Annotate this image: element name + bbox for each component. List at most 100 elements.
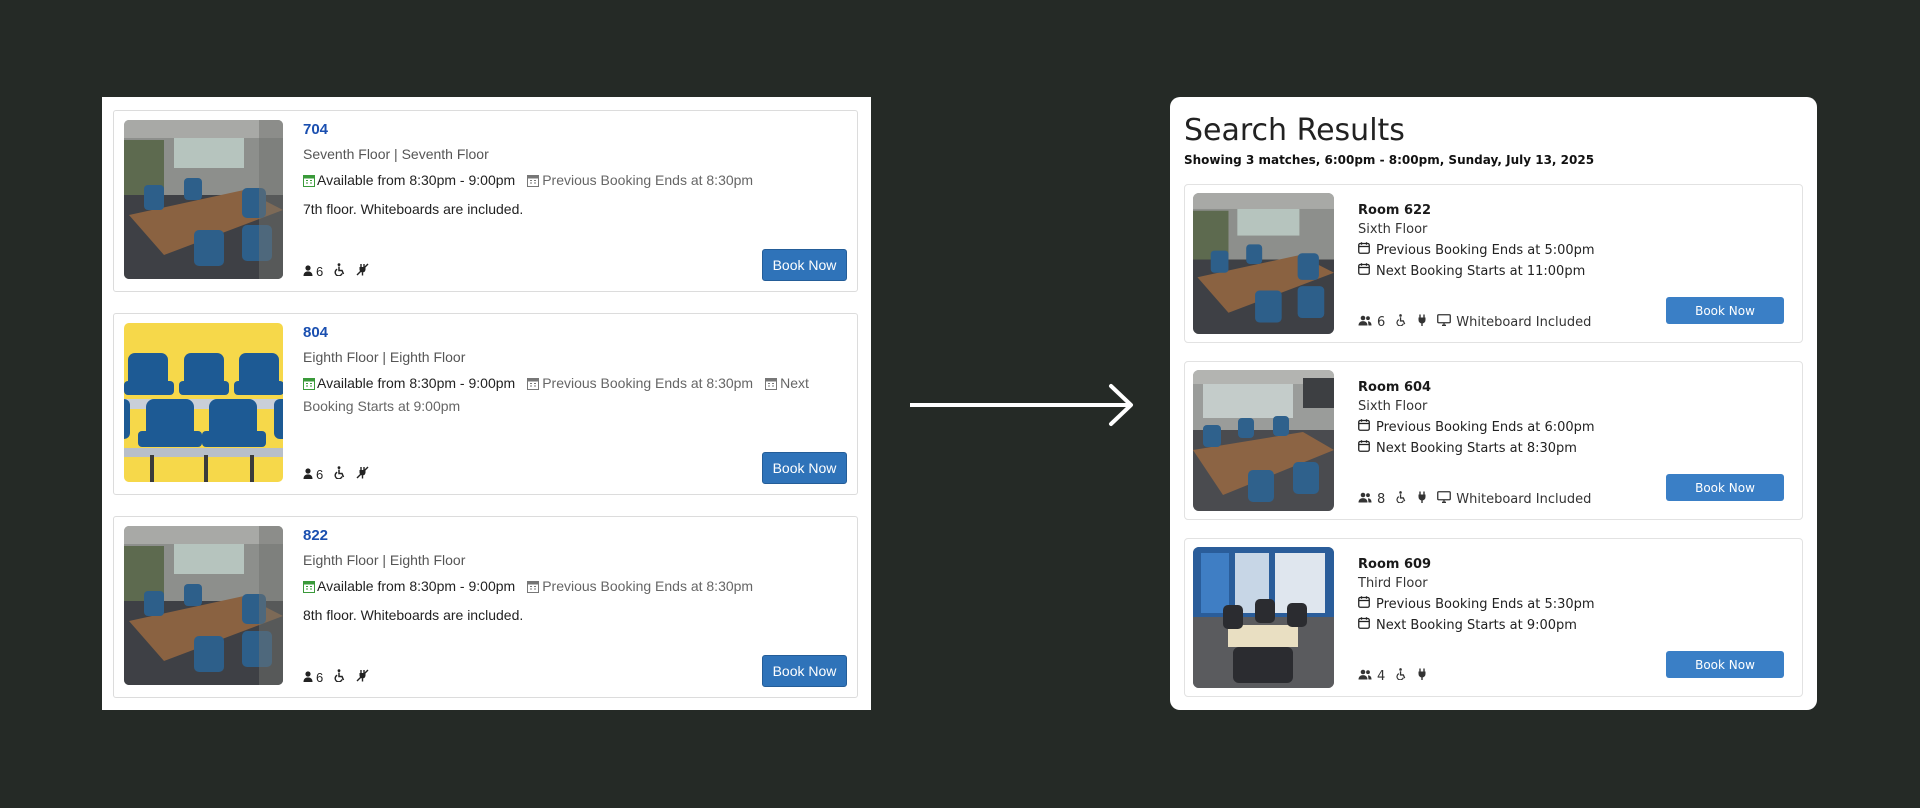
book-now-button[interactable]: Book Now <box>1666 651 1784 678</box>
room-photo <box>1193 370 1334 511</box>
room-photo <box>124 120 283 279</box>
new-room-card: Room 609 Third Floor Previous Booking En… <box>1184 538 1803 697</box>
book-now-button[interactable]: Book Now <box>762 249 847 281</box>
book-now-button[interactable]: Book Now <box>762 655 847 687</box>
calendar-icon <box>1358 419 1370 435</box>
previous-booking: Previous Booking Ends at 6:00pm <box>1358 419 1784 435</box>
room-title: Room 609 <box>1358 557 1432 572</box>
arrow-right-icon <box>910 383 1136 432</box>
calendar-icon <box>1358 596 1370 612</box>
room-title-link[interactable]: 704 <box>303 121 847 138</box>
book-now-button[interactable]: Book Now <box>1666 474 1784 501</box>
room-title: Room 604 <box>1358 380 1432 395</box>
wheelchair-icon <box>333 263 346 279</box>
capacity-count: 6 <box>1377 314 1386 330</box>
person-icon <box>303 264 313 279</box>
room-features: 8 Whiteboard Included <box>1358 491 1591 507</box>
previous-booking-text: Previous Booking Ends at 6:00pm <box>1376 419 1595 435</box>
page-title: Search Results <box>1184 113 1405 148</box>
room-photo <box>1193 193 1334 334</box>
room-description: 7th floor. Whiteboards are included. <box>303 201 524 217</box>
power-plug-icon <box>1417 491 1427 507</box>
room-title-link[interactable]: 822 <box>303 527 847 544</box>
whiteboard-text: Whiteboard Included <box>1456 491 1592 507</box>
room-availability: Available from 8:30pm - 9:00pm Previous B… <box>303 576 847 599</box>
capacity-count: 6 <box>316 466 324 482</box>
calendar-icon <box>527 578 540 599</box>
room-description: 8th floor. Whiteboards are included. <box>303 607 524 623</box>
no-power-plug-icon <box>356 466 369 482</box>
room-floor: Eighth Floor | Eighth Floor <box>303 552 466 568</box>
new-room-card: Room 622 Sixth Floor Previous Booking En… <box>1184 184 1803 343</box>
capacity-count: 6 <box>316 263 324 279</box>
previous-booking-text: Previous Booking Ends at 5:30pm <box>1376 596 1595 612</box>
monitor-icon <box>1437 491 1452 507</box>
capacity-count: 4 <box>1377 668 1386 684</box>
wheelchair-icon <box>1395 314 1407 330</box>
person-icon <box>303 670 313 685</box>
wheelchair-icon <box>1395 491 1407 507</box>
room-floor: Eighth Floor | Eighth Floor <box>303 349 466 365</box>
calendar-icon <box>1358 617 1370 633</box>
room-features: 6 Whiteboard Included <box>1358 314 1591 330</box>
next-booking: Next Booking Starts at 11:00pm <box>1358 263 1784 279</box>
room-floor: Seventh Floor | Seventh Floor <box>303 146 489 162</box>
calendar-icon <box>303 375 315 396</box>
room-floor: Third Floor <box>1358 576 1428 591</box>
capacity-count: 6 <box>316 669 324 685</box>
power-plug-icon <box>1417 314 1427 330</box>
previous-booking-text: Previous Booking Ends at 8:30pm <box>542 172 754 188</box>
old-room-card: 804 Eighth Floor | Eighth Floor Availabl… <box>113 313 858 495</box>
previous-booking: Previous Booking Ends at 5:30pm <box>1358 596 1784 612</box>
available-text: Available from 8:30pm - 9:00pm <box>317 578 516 594</box>
previous-booking: Previous Booking Ends at 5:00pm <box>1358 242 1784 258</box>
room-features: 6 <box>303 669 369 685</box>
placeholder-chairs-illustration <box>124 323 283 482</box>
whiteboard-text: Whiteboard Included <box>1456 314 1592 330</box>
next-booking-text: Next Booking Starts at 9:00pm <box>1376 617 1577 633</box>
wheelchair-icon <box>333 669 346 685</box>
new-room-card: Room 604 Sixth Floor Previous Booking En… <box>1184 361 1803 520</box>
room-title-link[interactable]: 804 <box>303 324 847 341</box>
next-booking-text: Next Booking Starts at 11:00pm <box>1376 263 1586 279</box>
calendar-icon <box>1358 440 1370 456</box>
people-icon <box>1358 669 1372 684</box>
old-room-card: 704 Seventh Floor | Seventh Floor Availa… <box>113 110 858 292</box>
new-results-panel: Search Results Showing 3 matches, 6:00pm… <box>1170 97 1817 710</box>
room-floor: Sixth Floor <box>1358 399 1428 414</box>
calendar-icon <box>1358 242 1370 258</box>
calendar-icon <box>303 578 315 599</box>
book-now-button[interactable]: Book Now <box>762 452 847 484</box>
calendar-icon <box>527 172 540 193</box>
calendar-icon <box>1358 263 1370 279</box>
previous-booking-text: Previous Booking Ends at 8:30pm <box>542 578 754 594</box>
room-photo <box>1193 547 1334 688</box>
no-power-plug-icon <box>356 669 369 685</box>
old-room-card: 822 Eighth Floor | Eighth Floor Availabl… <box>113 516 858 698</box>
room-availability: Available from 8:30pm - 9:00pm Previous B… <box>303 373 847 417</box>
room-features: 4 <box>1358 668 1427 684</box>
old-results-panel: 704 Seventh Floor | Seventh Floor Availa… <box>102 97 871 710</box>
previous-booking-text: Previous Booking Ends at 8:30pm <box>542 375 754 391</box>
room-features: 6 <box>303 263 369 279</box>
calendar-icon <box>765 375 778 396</box>
monitor-icon <box>1437 314 1452 330</box>
room-photo <box>124 526 283 685</box>
room-availability: Available from 8:30pm - 9:00pm Previous B… <box>303 170 847 193</box>
room-title: Room 622 <box>1358 203 1432 218</box>
results-list: Room 622 Sixth Floor Previous Booking En… <box>1184 184 1803 697</box>
next-booking-text: Next Booking Starts at 8:30pm <box>1376 440 1577 456</box>
wheelchair-icon <box>1395 668 1407 684</box>
no-power-plug-icon <box>356 263 369 279</box>
results-summary: Showing 3 matches, 6:00pm - 8:00pm, Sund… <box>1184 153 1595 167</box>
people-icon <box>1358 492 1372 507</box>
available-text: Available from 8:30pm - 9:00pm <box>317 375 516 391</box>
room-floor: Sixth Floor <box>1358 222 1428 237</box>
room-features: 6 <box>303 466 369 482</box>
book-now-button[interactable]: Book Now <box>1666 297 1784 324</box>
previous-booking-text: Previous Booking Ends at 5:00pm <box>1376 242 1595 258</box>
power-plug-icon <box>1417 668 1427 684</box>
person-icon <box>303 467 313 482</box>
wheelchair-icon <box>333 466 346 482</box>
people-icon <box>1358 315 1372 330</box>
